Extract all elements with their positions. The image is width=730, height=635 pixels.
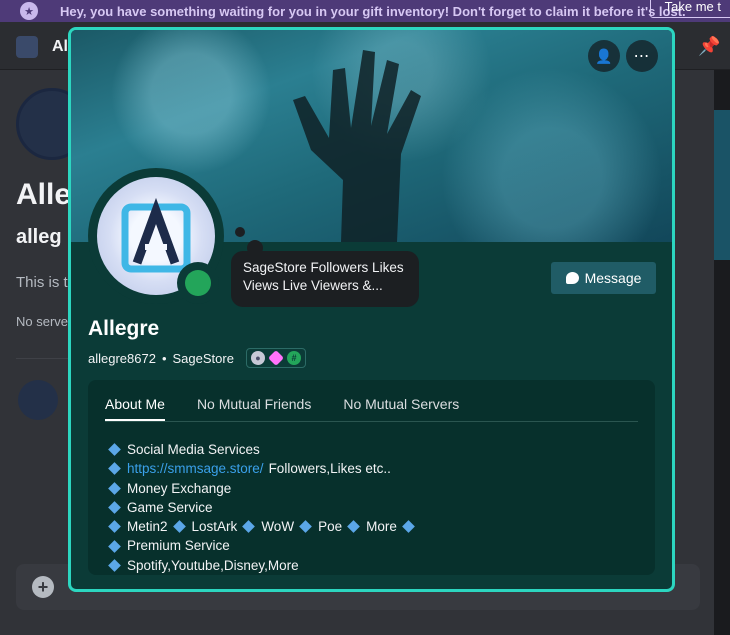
about-line: Money Exchange <box>108 479 416 498</box>
server-tag[interactable]: SageStore <box>173 351 234 366</box>
dm-no-servers: No serve <box>16 314 69 329</box>
profile-info-card: About Me No Mutual Friends No Mutual Ser… <box>88 380 655 575</box>
diamond-icon <box>242 520 256 534</box>
about-me-text: Social Media Services https://smmsage.st… <box>108 440 416 575</box>
about-text: Social Media Services <box>127 442 260 457</box>
diamond-icon <box>108 481 121 495</box>
tab-about-me[interactable]: About Me <box>105 396 165 421</box>
diamond-icon <box>401 520 415 534</box>
about-text: LostArk <box>191 519 238 535</box>
about-line: Metin2 LostArk WoW Poe More <box>108 517 416 536</box>
add-friend-icon[interactable]: 👤 <box>588 40 620 72</box>
diamond-icon <box>108 559 121 572</box>
about-text: Spotify,Youtube,Disney,More <box>127 557 299 573</box>
user-profile-popup: 👤 ⋯ SageStore Followers Likes Views Live… <box>68 27 675 592</box>
about-line: Game Service <box>108 498 416 517</box>
username-row: allegre8672 • SageStore ● # <box>88 348 306 368</box>
pin-icon[interactable]: 📌 <box>698 36 720 56</box>
status-bubble-dot <box>235 227 245 237</box>
tab-mutual-servers[interactable]: No Mutual Servers <box>343 396 459 421</box>
custom-status[interactable]: SageStore Followers Likes Views Live Vie… <box>231 251 419 307</box>
banner-hand-image <box>293 50 421 242</box>
about-text: More <box>366 519 397 535</box>
about-text: Metin2 <box>127 519 168 535</box>
username: allegre8672 <box>88 350 156 366</box>
about-line: Premium Service <box>108 536 416 555</box>
about-text: Poe <box>318 519 343 535</box>
boost-badge-icon[interactable] <box>268 350 284 366</box>
notice-text: Hey, you have something waiting for you … <box>60 3 686 19</box>
about-text: WoW <box>261 519 295 535</box>
about-text: Money Exchange <box>127 480 232 496</box>
about-text: Game Service <box>127 499 213 515</box>
about-line: https://smmsage.store/Followers,Likes et… <box>108 459 416 478</box>
about-line: Social Media Services <box>108 440 416 459</box>
diamond-icon <box>347 520 360 534</box>
tab-mutual-friends[interactable]: No Mutual Friends <box>197 396 311 421</box>
channel-name: Al <box>52 38 68 55</box>
gift-notice-bar: ★ Hey, you have something waiting for yo… <box>0 0 730 22</box>
about-text: Followers,Likes etc.. <box>268 461 391 477</box>
member-panel-edge <box>714 70 730 635</box>
claim-gift-button[interactable]: Take me t <box>649 0 730 18</box>
message-button[interactable]: Message <box>551 262 656 294</box>
message-avatar[interactable] <box>18 380 58 420</box>
dm-description: This is t <box>16 274 68 291</box>
status-online-icon <box>177 262 219 304</box>
diamond-icon <box>108 462 121 476</box>
gift-icon: ★ <box>20 2 38 20</box>
diamond-icon <box>108 520 121 534</box>
dm-title: Alle <box>16 178 72 211</box>
side-image <box>714 110 730 260</box>
nitro-badge-icon[interactable]: ● <box>250 351 265 365</box>
plus-icon[interactable]: + <box>32 576 54 598</box>
diamond-icon <box>108 539 121 553</box>
diamond-icon <box>108 501 121 514</box>
display-name: Allegre <box>88 317 160 340</box>
diamond-icon <box>108 443 121 457</box>
dm-username: alleg <box>16 226 62 248</box>
profile-tabs: About Me No Mutual Friends No Mutual Ser… <box>105 396 638 422</box>
diamond-icon <box>299 520 312 534</box>
about-text: Premium Service <box>127 538 230 554</box>
website-link[interactable]: https://smmsage.store/ <box>127 459 264 478</box>
status-online-fill <box>185 270 211 296</box>
divider <box>16 358 76 359</box>
hash-badge-icon[interactable]: # <box>286 351 301 365</box>
separator: • <box>161 350 167 366</box>
chat-icon <box>565 272 579 284</box>
more-icon[interactable]: ⋯ <box>626 40 658 72</box>
about-line: Spotify,Youtube,Disney,More <box>108 556 416 575</box>
diamond-icon <box>172 520 186 534</box>
server-icon[interactable] <box>16 36 38 58</box>
message-label: Message <box>584 270 642 286</box>
badge-list: ● # <box>245 348 306 368</box>
